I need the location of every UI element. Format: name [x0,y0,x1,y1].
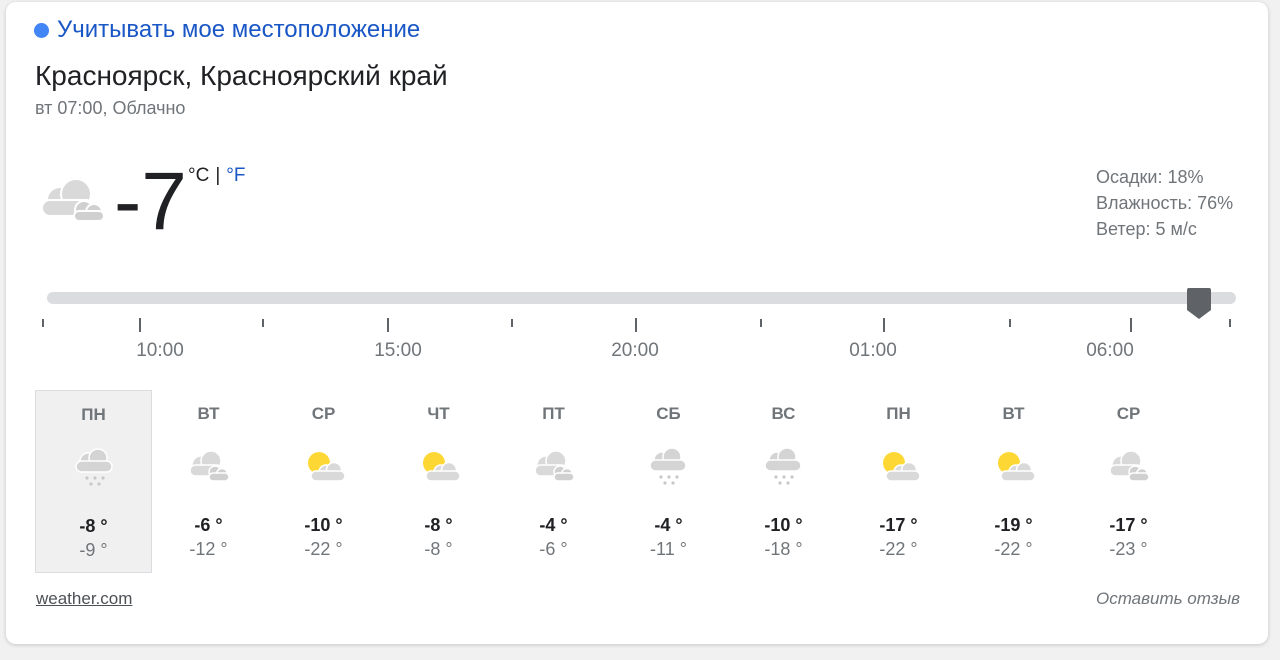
day-name: ЧТ [427,404,450,423]
day-low-temp: -8 ° [424,539,453,559]
forecast-day[interactable]: ПТ -4 ° -6 ° [495,390,612,573]
unit-separator: | [215,165,221,186]
snow-icon [759,446,807,488]
forecast-day[interactable]: ЧТ -8 ° -8 ° [380,390,497,573]
day-name: ВТ [1002,404,1025,423]
partly-sunny-icon [874,446,922,488]
day-low-temp: -23 ° [1109,539,1148,559]
forecast-day[interactable]: СБ -4 ° -11 ° [610,390,727,573]
timeline-tick [760,319,762,327]
timeline-tick [262,319,264,327]
day-high-temp: -8 ° [79,516,108,536]
day-name: ПТ [542,404,565,423]
weather-card: Учитывать мое местоположение Красноярск,… [6,2,1268,644]
timeline-label: 20:00 [611,340,659,361]
source-link[interactable]: weather.com [36,589,132,609]
day-high-temp: -17 ° [1109,515,1148,535]
day-high-temp: -8 ° [424,515,453,535]
day-low-temp: -22 ° [304,539,343,559]
fahrenheit-unit[interactable]: °F [226,165,245,187]
forecast-day[interactable]: СР -17 ° -23 ° [1070,390,1187,573]
cloudy-icon [1104,446,1152,488]
day-low-temp: -9 ° [79,540,108,560]
partly-sunny-icon [989,446,1037,488]
unit-switcher: °C | °F [188,165,245,187]
day-name: СР [1116,404,1141,423]
precipitation: Осадки: 18% [1096,167,1204,187]
day-high-temp: -4 ° [539,515,568,535]
location-dot-icon [34,22,49,38]
timeline-tick [387,318,389,332]
day-high-temp: -4 ° [654,515,683,535]
cloudy-icon [184,446,232,488]
timeline-label: 15:00 [374,340,422,361]
timeline-label: 01:00 [849,340,897,361]
day-low-temp: -6 ° [539,539,568,559]
day-low-temp: -22 ° [994,539,1033,559]
snow-icon [644,446,692,488]
current-temperature: -7 [114,156,187,247]
timeline-tick [1130,318,1132,332]
partly-sunny-icon [414,446,462,488]
timeline-tick [1229,319,1231,327]
use-my-location-link[interactable]: Учитывать мое местоположение [34,16,420,44]
timeline-tick [1009,319,1011,327]
day-low-temp: -22 ° [879,539,918,559]
weather-details: Осадки: 18% Влажность: 76% Ветер: 5 м/с [1096,164,1233,242]
day-low-temp: -12 ° [189,539,228,559]
wind: Ветер: 5 м/с [1096,219,1197,239]
timeline-tick [42,319,44,327]
snow-icon [70,447,118,489]
day-high-temp: -10 ° [304,515,343,535]
forecast-day[interactable]: СР -10 ° -22 ° [265,390,382,573]
timeline-tick [511,319,513,327]
day-low-temp: -11 ° [650,539,687,559]
forecast-day[interactable]: ВТ -6 ° -12 ° [150,390,267,573]
timeline-tick [139,318,141,332]
cloudy-icon [36,174,108,229]
time-slider-track[interactable] [47,292,1236,304]
day-name: ПН [886,404,911,423]
partly-sunny-icon [299,446,347,488]
day-name: ПН [81,405,106,424]
timeline-label: 10:00 [136,340,184,361]
day-high-temp: -17 ° [879,515,918,535]
day-high-temp: -10 ° [764,515,803,535]
location-title: Красноярск, Красноярский край [35,60,448,91]
cloudy-icon [529,446,577,488]
forecast-day[interactable]: ВТ -19 ° -22 ° [955,390,1072,573]
day-name: ВТ [197,404,220,423]
day-name: ВС [771,404,796,423]
day-high-temp: -6 ° [194,515,223,535]
time-condition: вт 07:00, Облачно [35,98,186,118]
use-my-location-label: Учитывать мое местоположение [57,16,421,43]
forecast-day[interactable]: ВС -10 ° -18 ° [725,390,842,573]
day-high-temp: -19 ° [994,515,1033,535]
day-low-temp: -18 ° [764,539,803,559]
feedback-link[interactable]: Оставить отзыв [1096,589,1240,609]
day-name: СБ [656,404,681,423]
time-slider-handle[interactable] [1186,286,1212,320]
celsius-unit[interactable]: °C [188,165,209,187]
forecast-day[interactable]: ПН -17 ° -22 ° [840,390,957,573]
humidity: Влажность: 76% [1096,193,1234,213]
forecast-day[interactable]: ПН -8 ° -9 ° [35,390,152,573]
timeline-tick [883,318,885,332]
timeline-tick [635,318,637,332]
timeline-label: 06:00 [1086,340,1134,361]
day-name: СР [311,404,336,423]
